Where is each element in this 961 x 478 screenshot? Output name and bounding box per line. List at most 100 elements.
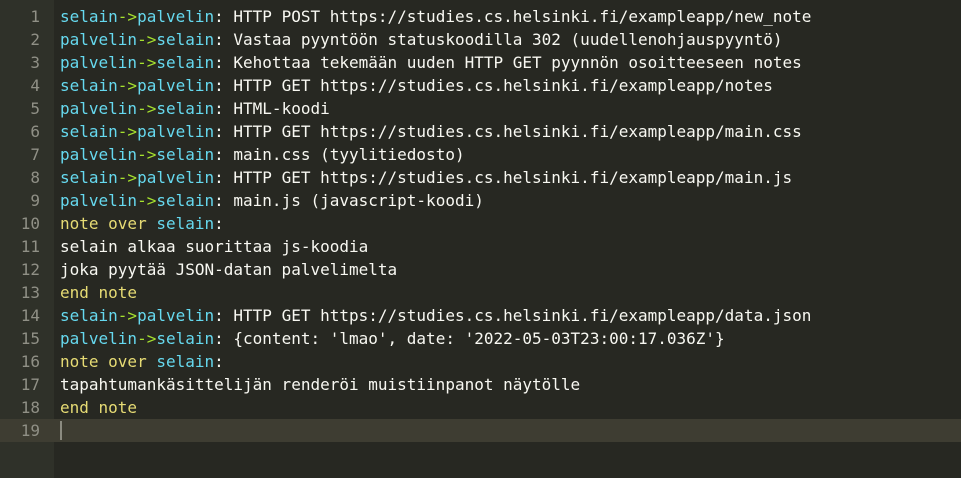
line-number: 12 — [20, 260, 40, 279]
code-line[interactable]: 8 selain->palvelin: HTTP GET https://stud… — [0, 166, 961, 189]
message-text: HTTP GET https://studies.cs.helsinki.fi/… — [223, 168, 793, 187]
receiver-participant: selain — [156, 99, 215, 118]
sender-participant: selain — [60, 306, 118, 325]
separator-colon: : — [214, 30, 224, 49]
line-code — [60, 419, 62, 442]
message-arrow: -> — [117, 7, 138, 26]
receiver-participant: selain — [156, 329, 215, 348]
message-arrow: -> — [137, 145, 157, 164]
code-line[interactable]: 10 note over selain: — [0, 212, 961, 235]
line-code: selain alkaa suorittaa js-koodia — [60, 235, 368, 258]
message-text: main.css (tyylitiedosto) — [223, 145, 465, 164]
sender-participant: palvelin — [60, 53, 138, 72]
code-line[interactable]: 3 palvelin->selain: Kehottaa tekemään uud… — [0, 51, 961, 74]
line-number: 4 — [30, 76, 40, 95]
sender-participant: palvelin — [60, 145, 138, 164]
line-number: 17 — [20, 375, 40, 394]
receiver-participant: palvelin — [137, 168, 215, 187]
separator-colon: : — [214, 214, 224, 233]
code-line[interactable]: 17 tapahtumankäsittelijän renderöi muisti… — [0, 373, 961, 396]
code-editor[interactable]: 1 selain->palvelin: HTTP POST https://stu… — [0, 0, 961, 478]
code-line[interactable]: 18 end note — [0, 396, 961, 419]
receiver-participant: selain — [156, 145, 215, 164]
separator-colon: : — [214, 99, 224, 118]
separator-colon: : — [214, 191, 224, 210]
code-line[interactable]: 6 selain->palvelin: HTTP GET https://stud… — [0, 120, 961, 143]
separator-colon: : — [214, 168, 224, 187]
note-keyword: note over — [60, 352, 147, 371]
sender-participant: palvelin — [60, 191, 138, 210]
line-code: palvelin->selain: main.css (tyylitiedost… — [60, 143, 465, 166]
separator-colon: : — [214, 352, 224, 371]
sender-participant: selain — [60, 168, 118, 187]
sender-participant: selain — [60, 76, 118, 95]
message-text: {content: 'lmao', date: '2022-05-03T23:0… — [223, 329, 725, 348]
code-line[interactable]: 15 palvelin->selain: {content: 'lmao', da… — [0, 327, 961, 350]
line-code: selain->palvelin: HTTP POST https://stud… — [60, 5, 811, 28]
message-arrow: -> — [117, 76, 138, 95]
line-number: 14 — [20, 306, 40, 325]
sender-participant: palvelin — [60, 99, 138, 118]
message-arrow: -> — [117, 122, 138, 141]
code-line[interactable]: 9 palvelin->selain: main.js (javascript-k… — [0, 189, 961, 212]
receiver-participant: selain — [156, 30, 215, 49]
code-line[interactable]: 4 selain->palvelin: HTTP GET https://stud… — [0, 74, 961, 97]
separator-colon: : — [214, 53, 224, 72]
line-number: 2 — [30, 30, 40, 49]
line-number: 10 — [20, 214, 40, 233]
message-arrow: -> — [137, 329, 157, 348]
receiver-participant: palvelin — [137, 7, 215, 26]
line-code: palvelin->selain: {content: 'lmao', date… — [60, 327, 725, 350]
line-code: palvelin->selain: Kehottaa tekemään uude… — [60, 51, 802, 74]
code-line[interactable]: 7 palvelin->selain: main.css (tyylitiedos… — [0, 143, 961, 166]
code-line[interactable]: 11 selain alkaa suorittaa js-koodia — [0, 235, 961, 258]
note-text: selain alkaa suorittaa js-koodia — [60, 237, 369, 256]
line-number: 9 — [30, 191, 40, 210]
line-code: selain->palvelin: HTTP GET https://studi… — [60, 74, 773, 97]
code-line[interactable]: 12 joka pyytää JSON-datan palvelimelta — [0, 258, 961, 281]
line-code: note over selain: — [60, 350, 224, 373]
line-code: selain->palvelin: HTTP GET https://studi… — [60, 166, 792, 189]
receiver-participant: palvelin — [137, 306, 215, 325]
line-number: 15 — [20, 329, 40, 348]
note-keyword: note over — [60, 214, 147, 233]
message-text: HTTP GET https://studies.cs.helsinki.fi/… — [223, 306, 812, 325]
code-line[interactable]: 2 palvelin->selain: Vastaa pyyntöön statu… — [0, 28, 961, 51]
message-arrow: -> — [137, 191, 157, 210]
line-code: palvelin->selain: Vastaa pyyntöön status… — [60, 28, 782, 51]
message-arrow: -> — [137, 99, 157, 118]
message-arrow: -> — [137, 30, 157, 49]
line-number: 16 — [20, 352, 40, 371]
separator-colon: : — [214, 329, 224, 348]
code-line[interactable]: 1 selain->palvelin: HTTP POST https://stu… — [0, 5, 961, 28]
message-text: HTTP GET https://studies.cs.helsinki.fi/… — [223, 76, 773, 95]
message-arrow: -> — [117, 168, 138, 187]
receiver-participant: selain — [156, 191, 215, 210]
message-text: HTTP GET https://studies.cs.helsinki.fi/… — [223, 122, 802, 141]
line-code: tapahtumankäsittelijän renderöi muistiin… — [60, 373, 580, 396]
receiver-participant: palvelin — [137, 122, 215, 141]
code-line[interactable]: 16 note over selain: — [0, 350, 961, 373]
sender-participant: selain — [60, 122, 118, 141]
line-number: 3 — [30, 53, 40, 72]
code-line[interactable]: 13 end note — [0, 281, 961, 304]
code-line[interactable]: 14 selain->palvelin: HTTP GET https://stu… — [0, 304, 961, 327]
line-number: 18 — [20, 398, 40, 417]
sender-participant: palvelin — [60, 329, 138, 348]
line-number: 6 — [30, 122, 40, 141]
note-keyword: end note — [60, 283, 138, 302]
sender-participant: palvelin — [60, 30, 138, 49]
message-text: Kehottaa tekemään uuden HTTP GET pyynnön… — [223, 53, 802, 72]
code-line[interactable]: 19 — [0, 419, 961, 442]
line-code: selain->palvelin: HTTP GET https://studi… — [60, 120, 802, 143]
note-keyword: end note — [60, 398, 138, 417]
note-text: joka pyytää JSON-datan palvelimelta — [60, 260, 398, 279]
separator-colon: : — [214, 7, 224, 26]
code-content[interactable]: 1 selain->palvelin: HTTP POST https://stu… — [0, 5, 961, 442]
line-code: palvelin->selain: HTML-koodi — [60, 97, 330, 120]
note-participant: selain — [146, 214, 215, 233]
separator-colon: : — [214, 122, 224, 141]
separator-colon: : — [214, 306, 224, 325]
code-line[interactable]: 5 palvelin->selain: HTML-koodi — [0, 97, 961, 120]
receiver-participant: palvelin — [137, 76, 215, 95]
